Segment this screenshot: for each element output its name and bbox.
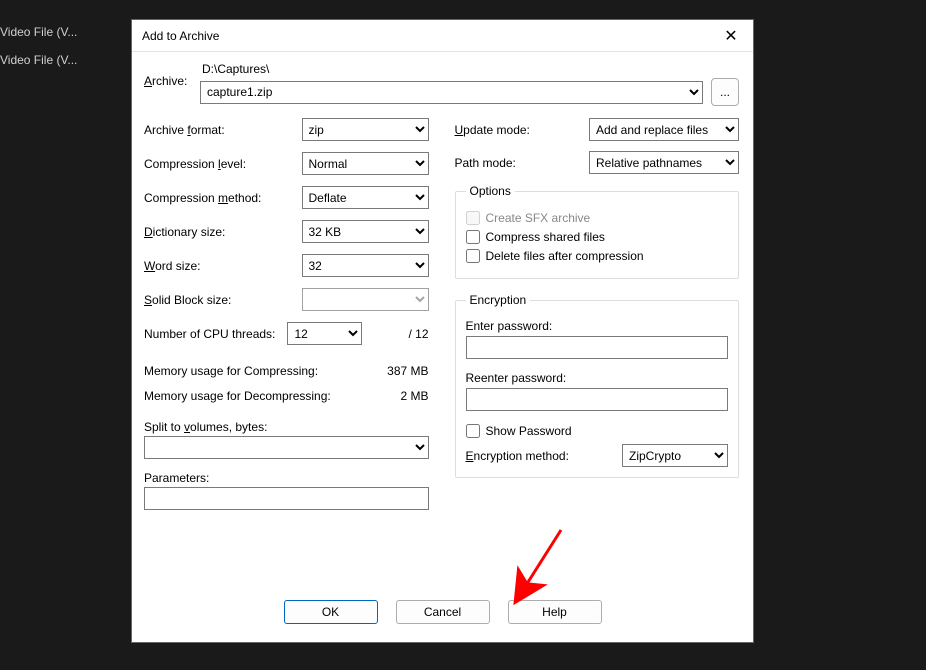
cpu-select[interactable]: 12 <box>287 322 362 345</box>
cpu-label: Number of CPU threads: <box>144 327 287 341</box>
level-label: Compression level: <box>144 157 302 171</box>
ok-button[interactable]: OK <box>284 600 378 624</box>
reenter-password-label: Reenter password: <box>466 371 729 385</box>
split-label: Split to volumes, bytes: <box>144 420 429 434</box>
word-select[interactable]: 32 <box>302 254 429 277</box>
format-select[interactable]: zip <box>302 118 429 141</box>
sfx-checkbox <box>466 211 480 225</box>
path-mode-label: Path mode: <box>455 156 590 170</box>
shared-option[interactable]: Compress shared files <box>466 230 729 244</box>
format-label: Archive format: <box>144 123 302 137</box>
browse-button[interactable]: ... <box>711 78 739 106</box>
method-label: Compression method: <box>144 191 302 205</box>
delete-option[interactable]: Delete files after compression <box>466 249 729 263</box>
file-type: Video File (V... <box>0 53 80 67</box>
archive-filename-input[interactable]: capture1.zip <box>200 81 703 104</box>
help-button[interactable]: Help <box>508 600 602 624</box>
dialog-title: Add to Archive <box>142 29 219 43</box>
mem-decompress-value: 2 MB <box>400 389 428 403</box>
parameters-input[interactable] <box>144 487 429 510</box>
dictionary-select[interactable]: 32 KB <box>302 220 429 243</box>
encryption-method-label: Encryption method: <box>466 449 569 463</box>
cpu-total: / 12 <box>408 327 428 341</box>
split-select[interactable] <box>144 436 429 459</box>
close-button[interactable]: ✕ <box>719 26 743 46</box>
mem-decompress-label: Memory usage for Decompressing: <box>144 389 331 403</box>
encryption-method-select[interactable]: ZipCrypto <box>622 444 728 467</box>
solid-select <box>302 288 429 311</box>
parameters-label: Parameters: <box>144 471 429 485</box>
titlebar: Add to Archive ✕ <box>132 20 753 52</box>
solid-label: Solid Block size: <box>144 293 302 307</box>
path-mode-select[interactable]: Relative pathnames <box>589 151 739 174</box>
reenter-password-input[interactable] <box>466 388 729 411</box>
mem-compress-value: 387 MB <box>387 364 428 378</box>
encryption-group: Encryption Enter password: Reenter passw… <box>455 293 740 478</box>
archive-label: Archive: <box>144 62 200 88</box>
archive-path-text: D:\Captures\ <box>200 62 739 76</box>
add-to-archive-dialog: Add to Archive ✕ Archive: D:\Captures\ c… <box>131 19 754 643</box>
delete-checkbox[interactable] <box>466 249 480 263</box>
level-select[interactable]: Normal <box>302 152 429 175</box>
word-label: Word size: <box>144 259 302 273</box>
mem-compress-label: Memory usage for Compressing: <box>144 364 318 378</box>
show-password-option[interactable]: Show Password <box>466 424 729 438</box>
dictionary-label: Dictionary size: <box>144 225 302 239</box>
show-password-checkbox[interactable] <box>466 424 480 438</box>
enter-password-label: Enter password: <box>466 319 729 333</box>
method-select[interactable]: Deflate <box>302 186 429 209</box>
cancel-button[interactable]: Cancel <box>396 600 490 624</box>
sfx-option: Create SFX archive <box>466 211 729 225</box>
file-type: Video File (V... <box>0 25 80 39</box>
password-input[interactable] <box>466 336 729 359</box>
update-mode-select[interactable]: Add and replace files <box>589 118 739 141</box>
encryption-legend: Encryption <box>466 293 531 307</box>
options-legend: Options <box>466 184 515 198</box>
shared-checkbox[interactable] <box>466 230 480 244</box>
update-mode-label: Update mode: <box>455 123 590 137</box>
button-row: OK Cancel Help <box>132 586 753 642</box>
options-group: Options Create SFX archive Compress shar… <box>455 184 740 279</box>
